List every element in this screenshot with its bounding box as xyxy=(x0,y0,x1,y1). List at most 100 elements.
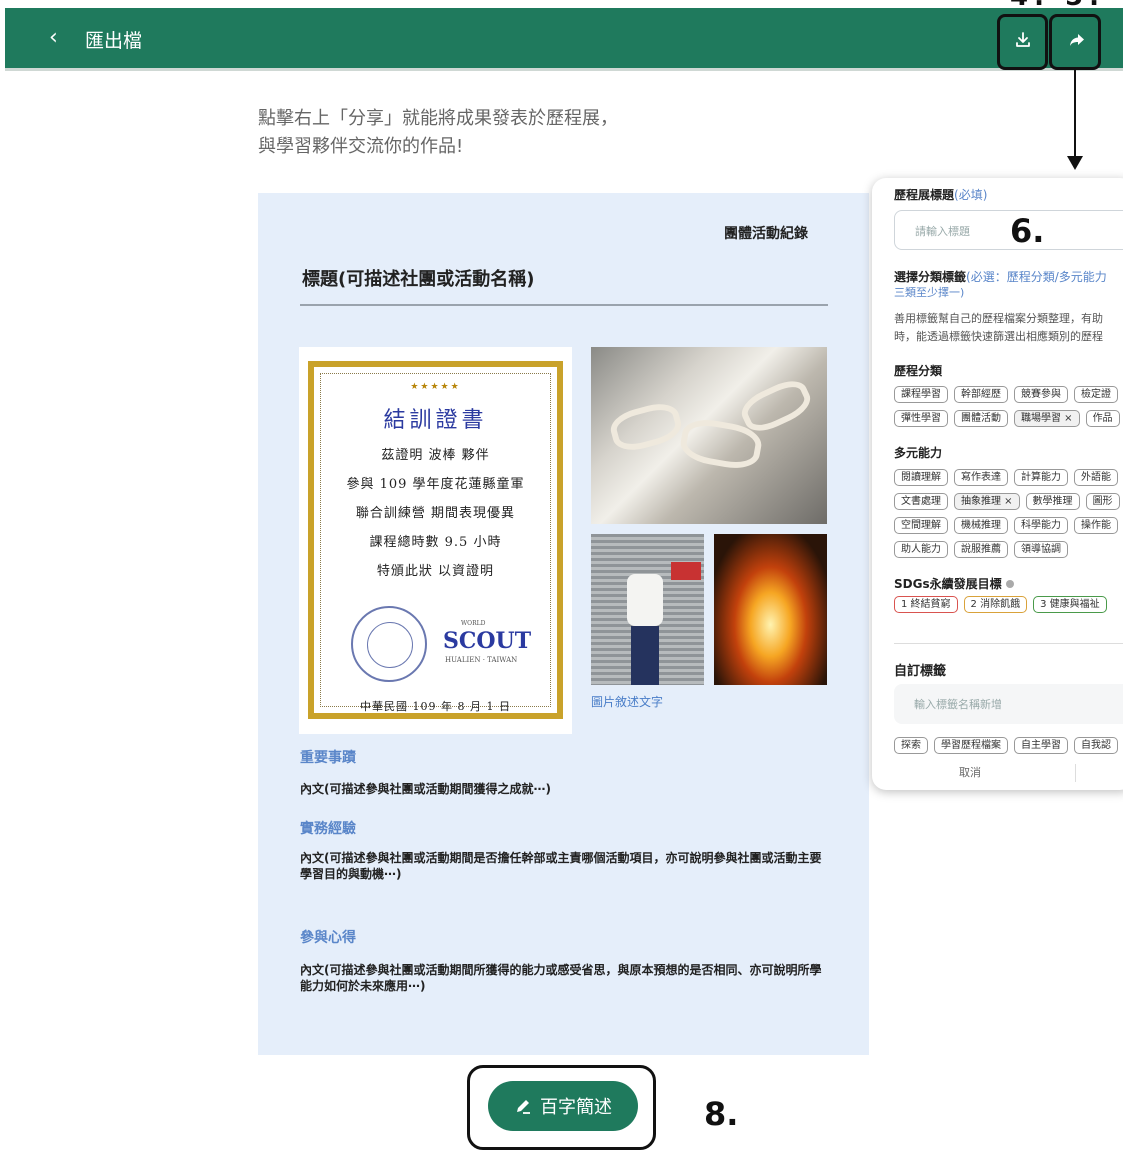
custom-chip-row: 探索 學習歷程檔案 自主學習 自我認 xyxy=(894,737,1118,754)
callout-number-6: 6. xyxy=(1010,212,1045,250)
certificate-date: 中華民國 109 年 8 月 1 日 xyxy=(360,700,511,713)
doc-tag: 團體活動紀錄 xyxy=(724,226,808,242)
certificate-line: 聯合訓練營 期間表現優異 xyxy=(355,506,516,521)
category-chip[interactable]: 競賽參與 xyxy=(1014,386,1068,403)
doc-title-rule xyxy=(300,304,828,306)
custom-chip[interactable]: 自我認 xyxy=(1074,737,1118,754)
category-chip[interactable]: 檢定證 xyxy=(1074,386,1118,403)
ability-chip[interactable]: 文書處理 xyxy=(894,493,948,510)
ability-chip[interactable]: 閱讀理解 xyxy=(894,469,948,486)
custom-tag-label: 自訂標籤 xyxy=(894,664,947,679)
custom-chip[interactable]: 自主學習 xyxy=(1014,737,1068,754)
scout-sub-text: HUALIEN · TAIWAN xyxy=(445,656,518,664)
category-chip[interactable]: 團體活動 xyxy=(954,410,1008,427)
ability-chip[interactable]: 外語能 xyxy=(1074,469,1118,486)
section-body: 內文(可描述參與社團或活動期間所獲得的能力或感受省思，與原本預想的是否相同、亦可… xyxy=(300,963,822,993)
campfire-photo xyxy=(714,534,827,685)
intro-line-2: 與學習夥伴交流你的作品! xyxy=(258,136,464,157)
tag-select-label-text: 選擇分類標籤 xyxy=(894,270,967,284)
certificate-line: 特頒此狀 以資證明 xyxy=(376,564,495,579)
ability-chip-row: 助人能力 說服推薦 領導協調 xyxy=(894,541,1068,558)
scout-small-text: WORLD xyxy=(461,620,486,627)
panel-divider xyxy=(894,643,1123,644)
ability-chip-selected[interactable]: 抽象推理 × xyxy=(954,493,1020,510)
ability-chip[interactable]: 機械推理 xyxy=(954,517,1008,534)
download-highlight xyxy=(997,14,1048,70)
rope-knot-shape xyxy=(607,398,685,456)
callout-number-top: 4. 5. xyxy=(1010,0,1105,12)
back-icon[interactable]: ‹ xyxy=(49,25,58,50)
document-preview: 團體活動紀錄 標題(可描述社團或活動名稱) ★★★★★ 結訓證書 茲證明 波棒 … xyxy=(258,193,869,1055)
rope-knot-photo xyxy=(591,347,827,524)
callout-number-8: 8. xyxy=(704,1095,739,1133)
tag-select-label: 選擇分類標籤(必選：歷程分類/多元能力 xyxy=(894,268,1107,285)
ability-chip[interactable]: 操作能 xyxy=(1074,517,1118,534)
ability-chip-row: 文書處理 抽象推理 × 數學推理 圖形 xyxy=(894,493,1120,510)
appbar-divider xyxy=(5,68,1123,71)
sdg-chip[interactable]: 1 終結貧窮 xyxy=(894,596,958,613)
scout-seal-icon xyxy=(351,606,427,682)
category-chip[interactable]: 課程學習 xyxy=(894,386,948,403)
ability-chip[interactable]: 數學推理 xyxy=(1025,493,1080,510)
ability-chip[interactable]: 空間理解 xyxy=(894,517,948,534)
tag-note-2: 時，能透過標籤快速篩選出相應類別的歷程 xyxy=(894,330,1103,343)
exhibition-title-label-text: 歷程展標題 xyxy=(894,188,955,202)
ability-chip[interactable]: 科學能力 xyxy=(1014,517,1068,534)
certificate-inner: ★★★★★ 結訓證書 茲證明 波棒 夥伴 參與 109 學年度花蓮縣童軍 聯合訓… xyxy=(320,373,551,713)
ability-chip[interactable]: 圖形 xyxy=(1085,493,1120,510)
custom-chip[interactable]: 探索 xyxy=(894,737,928,754)
category-chip[interactable]: 幹部經歷 xyxy=(954,386,1008,403)
ability-chip[interactable]: 說服推薦 xyxy=(954,541,1008,558)
category-chip[interactable]: 彈性學習 xyxy=(894,410,948,427)
tag-required-hint: (必選：歷程分類/多元能力 xyxy=(966,270,1107,284)
certificate-line: 參與 109 學年度花蓮縣童軍 xyxy=(346,477,525,492)
custom-tag-input[interactable]: 輸入標籤名稱新增 xyxy=(894,684,1123,724)
brief-description-button[interactable]: 百字簡述 xyxy=(488,1081,638,1131)
ability-chip-row: 閱讀理解 寫作表達 計算能力 外語能 xyxy=(894,469,1118,486)
custom-chip[interactable]: 學習歷程檔案 xyxy=(934,737,1008,754)
ability-chip[interactable]: 領導協調 xyxy=(1014,541,1068,558)
sdg-chip[interactable]: 2 消除飢餓 xyxy=(963,596,1028,613)
category-chip-selected[interactable]: 職場學習 × xyxy=(1014,410,1080,427)
certificate-image: ★★★★★ 結訓證書 茲證明 波棒 夥伴 參與 109 學年度花蓮縣童軍 聯合訓… xyxy=(299,347,572,734)
boy-legs-shape xyxy=(631,626,659,685)
category-chip[interactable]: 作品 xyxy=(1085,410,1120,427)
required-hint: (必填) xyxy=(954,188,988,202)
section-body: 內文(可描述參與社團或活動期間獲得之成就⋯) xyxy=(300,782,551,796)
callout-arrow-line xyxy=(1074,70,1076,158)
page-title: 匯出檔 xyxy=(85,30,143,52)
ability-label: 多元能力 xyxy=(894,446,943,460)
certificate-stars: ★★★★★ xyxy=(410,382,461,392)
intro-text: 點擊右上「分享」就能將成果發表於歷程展， 與學習夥伴交流你的作品! xyxy=(258,105,618,161)
ability-chip-row: 空間理解 機械推理 科學能力 操作能 xyxy=(894,517,1118,534)
certificate-heading: 結訓證書 xyxy=(383,408,488,433)
flag-shape xyxy=(671,562,701,580)
sdg-chip-row: 1 終結貧窮 2 消除飢餓 3 健康與福祉 xyxy=(894,596,1107,613)
ability-chip[interactable]: 寫作表達 xyxy=(954,469,1008,486)
sdg-label: SDGs永續發展目標 xyxy=(894,575,1014,592)
cancel-button[interactable]: 取消 xyxy=(872,764,1068,780)
tag-note-1: 善用標籤幫自己的歷程檔案分類整理，有助 xyxy=(894,312,1103,325)
doc-title: 標題(可描述社團或活動名稱) xyxy=(302,269,535,290)
photo-caption: 圖片敘述文字 xyxy=(591,695,664,709)
category-chip-row: 課程學習 幹部經歷 競賽參與 檢定證 xyxy=(894,386,1118,403)
certificate-frame: ★★★★★ 結訓證書 茲證明 波棒 夥伴 參與 109 學年度花蓮縣童軍 聯合訓… xyxy=(308,361,563,719)
section-heading: 重要事蹟 xyxy=(300,750,356,766)
share-highlight xyxy=(1049,14,1101,70)
callout-arrow-head xyxy=(1067,156,1083,170)
info-icon[interactable] xyxy=(1005,580,1014,588)
sdg-chip[interactable]: 3 健康與福祉 xyxy=(1033,596,1107,613)
intro-line-1: 點擊右上「分享」就能將成果發表於歷程展， xyxy=(258,108,618,129)
section-heading: 實務經驗 xyxy=(300,821,356,837)
app-bar: ‹ 匯出檔 xyxy=(5,8,1123,70)
sdg-label-text: SDGs永續發展目標 xyxy=(894,577,1002,591)
exhibition-title-label: 歷程展標題(必填) xyxy=(894,186,987,203)
ability-chip[interactable]: 計算能力 xyxy=(1014,469,1068,486)
section-body: 內文(可描述參與社團或活動期間是否擔任幹部或主責哪個活動項目，亦可說明參與社團或… xyxy=(300,851,822,881)
ability-chip[interactable]: 助人能力 xyxy=(894,541,948,558)
exhibition-title-input[interactable]: 請輸入標題 xyxy=(894,210,1123,250)
section-heading: 參與心得 xyxy=(300,930,356,946)
certificate-line: 課程總時數 9.5 小時 xyxy=(369,535,502,550)
tag-required-hint-2: 三類至少擇一) xyxy=(894,286,965,299)
share-panel: 歷程展標題(必填) 請輸入標題 6. 選擇分類標籤(必選：歷程分類/多元能力 三… xyxy=(872,178,1123,790)
